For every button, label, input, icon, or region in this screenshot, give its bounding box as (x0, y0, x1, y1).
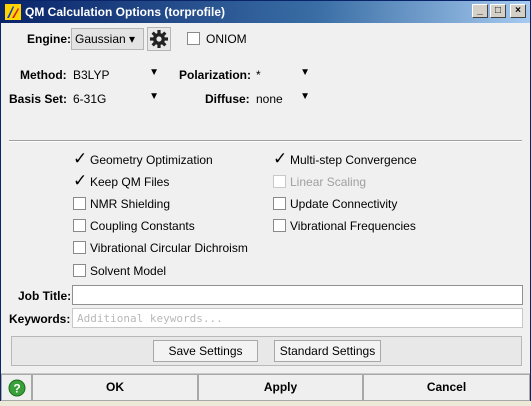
chevron-down-icon: ▼ (300, 67, 310, 78)
engine-value: Gaussian ▾ (75, 32, 136, 46)
vcd-checkbox[interactable] (73, 241, 86, 254)
chevron-down-icon: ▼ (149, 67, 159, 78)
multistep-convergence-label: Multi-step Convergence (290, 153, 417, 167)
chevron-down-icon: ▼ (300, 91, 310, 102)
chevron-down-icon: ▼ (149, 91, 159, 102)
coupling-constants-checkbox[interactable] (73, 219, 86, 232)
engine-label: Engine: (27, 32, 71, 46)
keywords-input[interactable] (72, 308, 523, 328)
cancel-button[interactable]: Cancel (363, 374, 530, 401)
ok-button[interactable]: OK (32, 374, 198, 401)
check-icon: ✓ (273, 149, 288, 168)
multistep-convergence-checkbox[interactable]: ✓ (273, 149, 287, 168)
dialog-button-bar: ? OK Apply Cancel (1, 373, 530, 401)
minimize-button[interactable]: _ (472, 4, 488, 18)
oniom-checkbox[interactable] (187, 32, 200, 45)
help-glyph: ? (13, 382, 20, 396)
geometry-optimization-checkbox[interactable]: ✓ (73, 149, 87, 168)
apply-button[interactable]: Apply (198, 374, 363, 401)
solvent-model-label: Solvent Model (90, 264, 167, 278)
title-bar[interactable]: QM Calculation Options (torprofile) _ □ … (1, 1, 530, 23)
help-button[interactable]: ? (1, 374, 32, 401)
polarization-label: Polarization: (179, 68, 252, 82)
window-title: QM Calculation Options (torprofile) (25, 5, 225, 19)
diffuse-label: Diffuse: (205, 92, 250, 106)
linear-scaling-label: Linear Scaling (290, 175, 367, 189)
basis-set-dropdown[interactable]: 6-31G ▼ (69, 89, 163, 109)
coupling-constants-label: Coupling Constants (90, 219, 195, 233)
keep-qm-files-checkbox[interactable]: ✓ (73, 171, 87, 190)
standard-settings-button[interactable]: Standard Settings (274, 340, 381, 362)
close-button[interactable]: × (510, 4, 526, 18)
update-connectivity-checkbox[interactable] (273, 197, 286, 210)
help-icon: ? (8, 379, 25, 397)
solvent-model-checkbox[interactable] (73, 264, 86, 277)
maximize-button[interactable]: □ (490, 4, 506, 18)
linear-scaling-checkbox (273, 175, 286, 188)
diffuse-dropdown[interactable]: none ▼ (252, 89, 314, 109)
separator (9, 140, 522, 142)
nmr-shielding-label: NMR Shielding (90, 197, 171, 211)
basis-set-label: Basis Set: (9, 92, 68, 106)
engine-settings-button[interactable] (147, 27, 171, 51)
job-title-input[interactable] (72, 285, 523, 305)
vibrational-frequencies-label: Vibrational Frequencies (290, 219, 416, 233)
check-icon: ✓ (73, 171, 88, 190)
engine-dropdown[interactable]: Gaussian ▾ (71, 28, 144, 50)
polarization-value: * (256, 68, 261, 82)
oniom-label: ONIOM (206, 32, 247, 46)
method-label: Method: (20, 68, 67, 82)
update-connectivity-label: Update Connectivity (290, 197, 398, 211)
nmr-shielding-checkbox[interactable] (73, 197, 86, 210)
vcd-label: Vibrational Circular Dichroism (90, 241, 248, 255)
basis-set-value: 6-31G (73, 92, 107, 106)
polarization-dropdown[interactable]: * ▼ (252, 65, 314, 85)
vibrational-frequencies-checkbox[interactable] (273, 219, 286, 232)
check-icon: ✓ (73, 149, 88, 168)
method-value: B3LYP (73, 68, 110, 82)
keep-qm-files-label: Keep QM Files (90, 175, 170, 189)
qm-options-window: QM Calculation Options (torprofile) _ □ … (0, 0, 531, 401)
gear-icon (150, 30, 168, 48)
method-dropdown[interactable]: B3LYP ▼ (69, 65, 163, 85)
settings-panel: Save Settings Standard Settings (11, 336, 522, 366)
keywords-label: Keywords: (9, 312, 71, 326)
app-icon (5, 4, 21, 20)
job-title-label: Job Title: (18, 289, 72, 303)
save-settings-button[interactable]: Save Settings (153, 340, 258, 362)
geometry-optimization-label: Geometry Optimization (90, 153, 213, 167)
diffuse-value: none (256, 92, 283, 106)
